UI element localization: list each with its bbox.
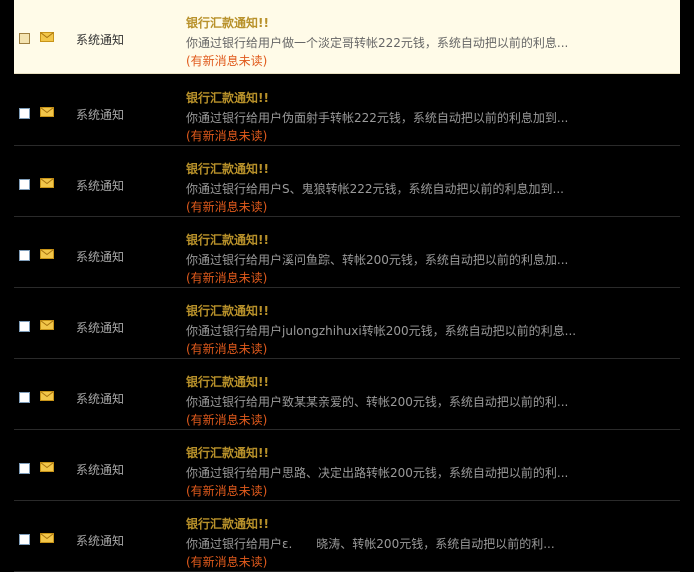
select-checkbox[interactable] (19, 321, 30, 332)
select-checkbox[interactable] (19, 392, 30, 403)
select-checkbox[interactable] (19, 179, 30, 190)
message-preview: 你通过银行给用户julongzhihuxi转帐200元钱，系统自动把以前的利息.… (186, 324, 576, 338)
unread-status: (有新消息未读) (186, 200, 268, 214)
unread-status: (有新消息未读) (186, 129, 268, 143)
message-row[interactable]: 系统通知 银行汇款通知!! 你通过银行给用户伪面射手转帐222元钱，系统自动把以前的… (14, 75, 680, 146)
sender-label: 系统通知 (76, 108, 125, 122)
sender-label: 系统通知 (76, 321, 125, 335)
message-row[interactable]: 系统通知 银行汇款通知!! 你通过银行给用户溪问鱼踪、转帐200元钱，系统自动把以前… (14, 217, 680, 288)
unread-status: (有新消息未读) (186, 342, 268, 356)
message-title-link[interactable]: 银行汇款通知!! (186, 444, 269, 461)
select-checkbox[interactable] (19, 108, 30, 119)
envelope-icon[interactable] (40, 533, 54, 543)
envelope-icon[interactable] (40, 249, 54, 259)
sender-label: 系统通知 (76, 250, 125, 264)
message-title-link[interactable]: 银行汇款通知!! (186, 373, 269, 390)
message-preview: 你通过银行给用户ε. 晓涛、转帐200元钱，系统自动把以前的利... (186, 537, 555, 551)
sender-label: 系统通知 (76, 33, 125, 47)
unread-status: (有新消息未读) (186, 271, 268, 285)
message-preview: 你通过银行给用户致某某亲爱的、转帐200元钱，系统自动把以前的利... (186, 395, 569, 409)
sender-label: 系统通知 (76, 463, 125, 477)
sender-label: 系统通知 (76, 179, 125, 193)
message-list: 系统通知 银行汇款通知!! 你通过银行给用户做一个淡定哥转帐222元钱，系统自动把以… (0, 0, 694, 572)
select-checkbox[interactable] (19, 33, 30, 44)
message-title-link[interactable]: 银行汇款通知!! (186, 231, 269, 248)
select-checkbox[interactable] (19, 534, 30, 545)
unread-status: (有新消息未读) (186, 555, 268, 569)
message-row[interactable]: 系统通知 银行汇款通知!! 你通过银行给用户S、鬼狼转帐222元钱，系统自动把以前的… (14, 146, 680, 217)
message-title-link[interactable]: 银行汇款通知!! (186, 160, 269, 177)
unread-status: (有新消息未读) (186, 484, 268, 498)
message-preview: 你通过银行给用户做一个淡定哥转帐222元钱，系统自动把以前的利息... (186, 36, 569, 50)
message-row[interactable]: 系统通知 银行汇款通知!! 你通过银行给用户ε. 晓涛、转帐200元钱，系统自动把以… (14, 501, 680, 572)
select-checkbox[interactable] (19, 250, 30, 261)
envelope-icon[interactable] (40, 107, 54, 117)
envelope-icon[interactable] (40, 391, 54, 401)
message-preview: 你通过银行给用户思路、决定出路转帐200元钱，系统自动把以前的利... (186, 466, 569, 480)
message-preview: 你通过银行给用户S、鬼狼转帐222元钱，系统自动把以前的利息加到... (186, 182, 564, 196)
select-checkbox[interactable] (19, 463, 30, 474)
envelope-icon[interactable] (40, 462, 54, 472)
message-row[interactable]: 系统通知 银行汇款通知!! 你通过银行给用户致某某亲爱的、转帐200元钱，系统自动把… (14, 359, 680, 430)
message-row[interactable]: 系统通知 银行汇款通知!! 你通过银行给用户做一个淡定哥转帐222元钱，系统自动把以… (14, 0, 680, 74)
message-row[interactable]: 系统通知 银行汇款通知!! 你通过银行给用户julongzhihuxi转帐200元钱… (14, 288, 680, 359)
envelope-icon[interactable] (40, 178, 54, 188)
message-preview: 你通过银行给用户溪问鱼踪、转帐200元钱，系统自动把以前的利息加... (186, 253, 569, 267)
message-title-link[interactable]: 银行汇款通知!! (186, 302, 269, 319)
unread-status: (有新消息未读) (186, 413, 268, 427)
envelope-icon[interactable] (40, 320, 54, 330)
message-title-link[interactable]: 银行汇款通知!! (186, 515, 269, 532)
envelope-icon[interactable] (40, 32, 54, 42)
message-title-link[interactable]: 银行汇款通知!! (186, 89, 269, 106)
message-title-link[interactable]: 银行汇款通知!! (186, 14, 269, 31)
message-row[interactable]: 系统通知 银行汇款通知!! 你通过银行给用户思路、决定出路转帐200元钱，系统自动把… (14, 430, 680, 501)
sender-label: 系统通知 (76, 392, 125, 406)
unread-status: (有新消息未读) (186, 54, 268, 68)
message-preview: 你通过银行给用户伪面射手转帐222元钱，系统自动把以前的利息加到... (186, 111, 569, 125)
sender-label: 系统通知 (76, 534, 125, 548)
